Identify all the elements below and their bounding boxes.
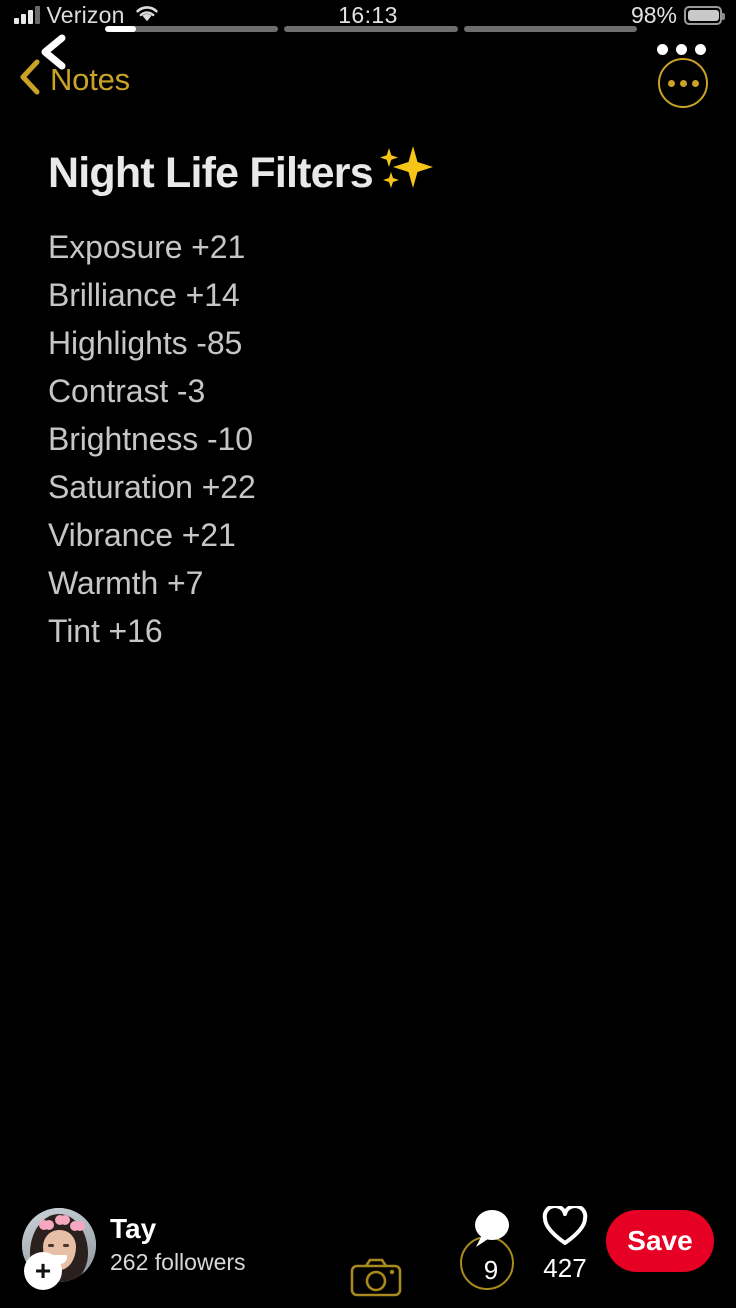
plus-icon: + (34, 1255, 52, 1286)
list-item: Vibrance +21 (48, 517, 236, 554)
list-item: Tint +16 (48, 613, 163, 650)
list-item: Warmth +7 (48, 565, 204, 602)
comment-bubble-icon (468, 1206, 514, 1255)
notes-back-button[interactable]: Notes (18, 58, 130, 101)
story-progress-segment[interactable] (463, 26, 637, 32)
status-bar-time: 16:13 (338, 2, 398, 28)
story-progress-bars[interactable] (105, 26, 637, 32)
list-item: Brilliance +14 (48, 277, 240, 314)
battery-icon (684, 6, 725, 25)
creator-followers: 262 followers (110, 1248, 246, 1275)
status-bar-right: 98% (630, 2, 725, 29)
more-circle-icon (679, 79, 687, 87)
sparkles-emoji (375, 140, 437, 207)
follow-plus-button[interactable]: + (24, 1252, 62, 1290)
note-content: Night Life Filters Exposure +21 Brillian… (48, 140, 696, 655)
more-horizontal-icon (676, 44, 687, 55)
comment-count: 9 (483, 1255, 499, 1285)
creator-name: Tay (110, 1213, 157, 1245)
notes-nav-bar: Notes (0, 58, 736, 112)
creator-info[interactable]: + Tay 262 followers (22, 1208, 402, 1297)
list-item: Exposure +21 (48, 229, 246, 266)
story-progress-segment[interactable] (105, 26, 279, 32)
engagement-actions: 9 427 (460, 1204, 588, 1290)
battery-percent-label: 98% (630, 2, 677, 28)
creator-text: Tay 262 followers (110, 1212, 402, 1297)
more-circle-icon (667, 79, 675, 87)
note-title-text: Night Life Filters (48, 149, 374, 197)
list-item: Brightness -10 (48, 421, 253, 458)
list-item: Contrast -3 (48, 373, 206, 410)
list-item: Highlights -85 (48, 325, 243, 362)
story-screen: Verizon 16:13 98% Notes Night Life Filte… (0, 0, 736, 1308)
heart-icon (542, 1204, 588, 1253)
more-horizontal-icon (695, 44, 706, 55)
camera-icon[interactable] (350, 1257, 402, 1302)
page-title: Night Life Filters (48, 140, 696, 207)
more-horizontal-icon (657, 44, 668, 55)
story-progress-segment[interactable] (284, 26, 458, 32)
filter-settings-list: Exposure +21 Brilliance +14 Highlights -… (48, 223, 696, 655)
story-back-button[interactable] (36, 32, 72, 72)
more-circle-icon (691, 79, 699, 87)
like-action[interactable]: 427 (542, 1204, 588, 1283)
list-item: Saturation +22 (48, 469, 256, 506)
story-menu-button[interactable] (657, 44, 706, 55)
comment-action[interactable]: 9 (460, 1206, 514, 1290)
avatar-wrapper[interactable]: + (22, 1208, 96, 1290)
notes-more-button[interactable] (658, 58, 708, 108)
save-button[interactable]: Save (606, 1210, 714, 1272)
like-count: 427 (543, 1253, 587, 1283)
bottom-action-bar: + Tay 262 followers 9 427 Save (0, 1196, 736, 1308)
